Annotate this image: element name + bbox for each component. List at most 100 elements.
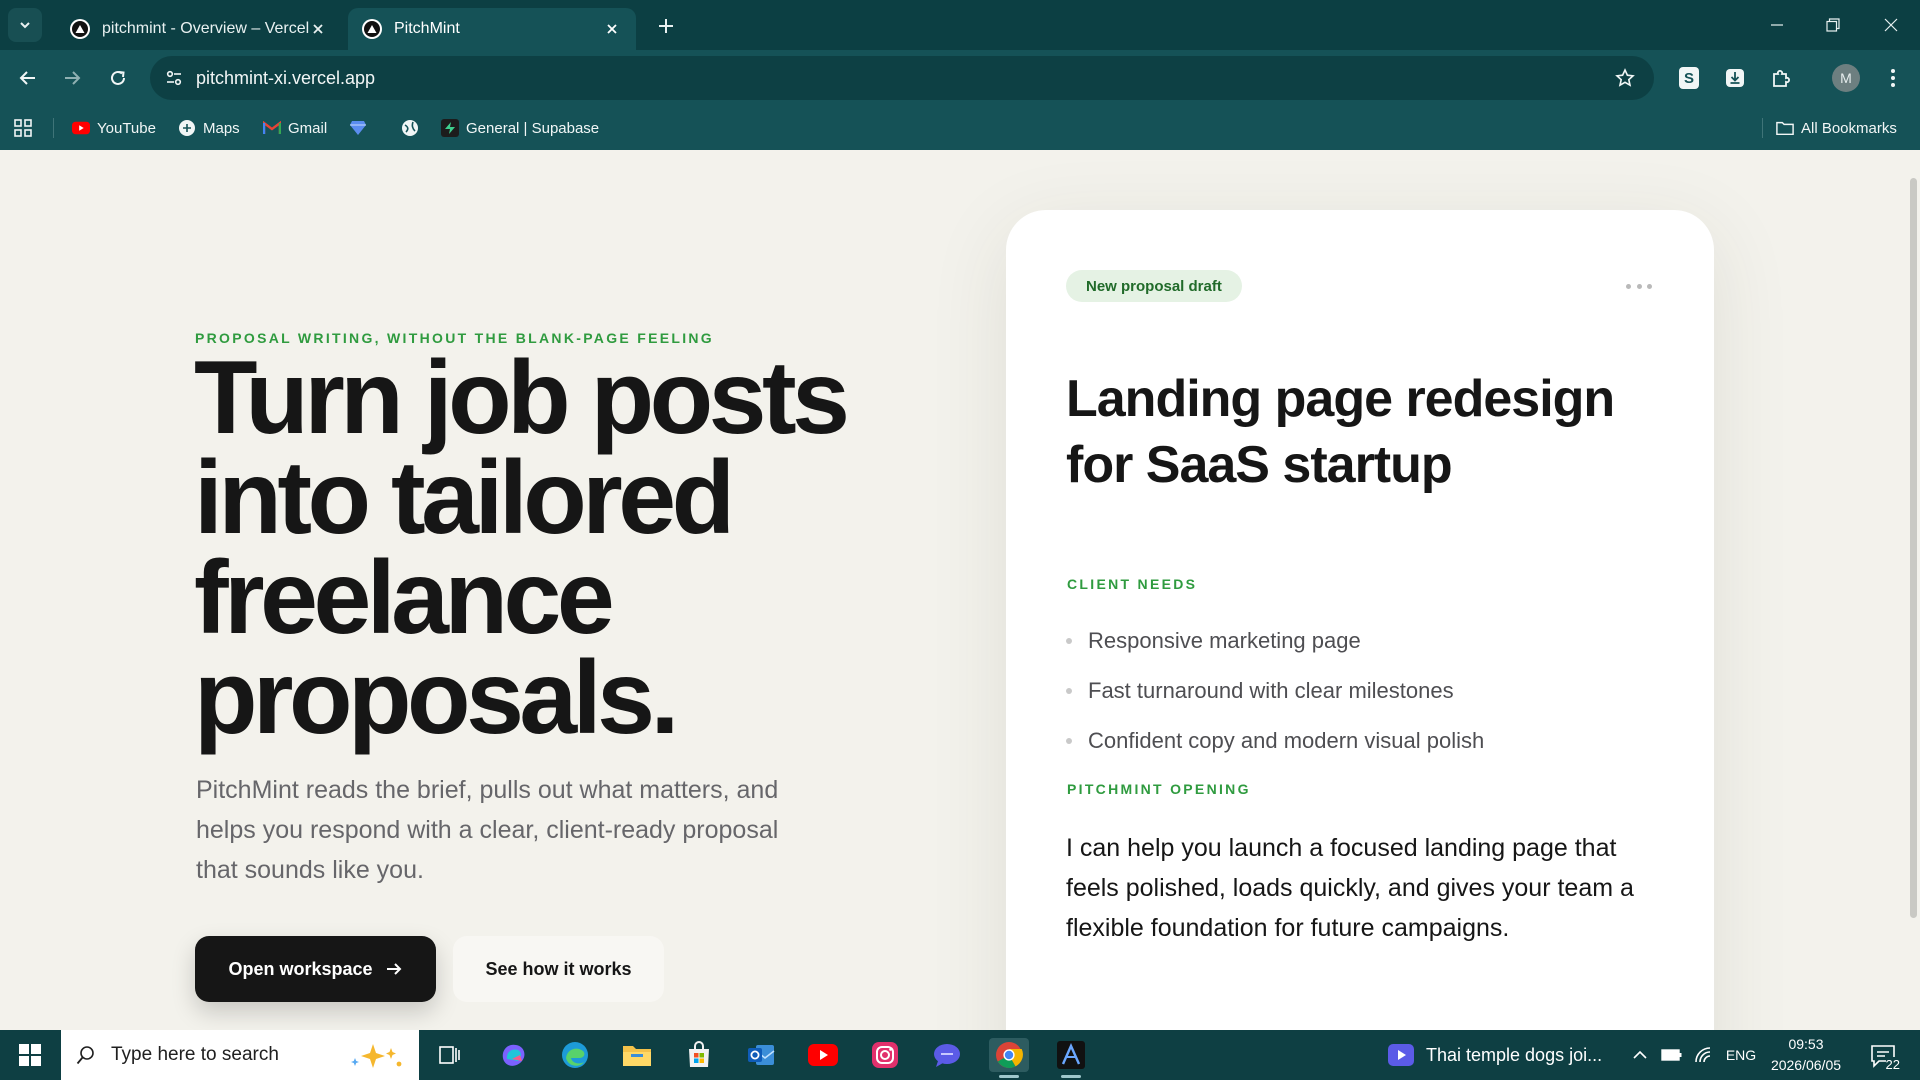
profile-avatar[interactable]: M (1832, 64, 1860, 92)
bookmark-star-icon[interactable] (1614, 67, 1636, 89)
taskbar-chat[interactable] (927, 1038, 967, 1072)
scrollbar[interactable] (1906, 150, 1920, 1030)
taskbar-store[interactable] (679, 1038, 719, 1072)
restore-icon (1826, 18, 1840, 32)
bullet-icon (1066, 738, 1072, 744)
news-widget[interactable]: Thai temple dogs joi... (1388, 1040, 1602, 1070)
scrollbar-thumb[interactable] (1910, 178, 1917, 918)
gmail-icon (263, 119, 281, 137)
chevron-up-icon[interactable] (1628, 1044, 1652, 1066)
bullet-icon (1066, 638, 1072, 644)
search-placeholder: Type here to search (111, 1044, 279, 1065)
taskbar-m365[interactable] (493, 1038, 533, 1072)
hero-description: PitchMint reads the brief, pulls out wha… (196, 776, 779, 884)
bookmark-label: Gmail (288, 119, 328, 137)
apps-grid-icon[interactable] (14, 116, 32, 140)
close-icon[interactable] (602, 19, 622, 39)
close-icon[interactable] (308, 19, 328, 39)
all-bookmarks-button[interactable]: All Bookmarks (1776, 116, 1897, 140)
task-view-button[interactable] (430, 1038, 470, 1072)
client-needs-label: CLIENT NEEDS (1067, 576, 1198, 592)
tab-search-button[interactable] (8, 8, 42, 42)
search-icon (75, 1044, 97, 1066)
vercel-icon (70, 19, 90, 39)
proposal-preview-card: New proposal draft Landing page redesign… (1006, 210, 1714, 1030)
bookmark-gmail[interactable]: Gmail (263, 116, 327, 140)
taskbar-pinned-app[interactable] (1051, 1038, 1091, 1078)
opening-paragraph: I can help you launch a focused landing … (1066, 834, 1634, 942)
tab-title: pitchmint - Overview – Vercel (102, 20, 310, 37)
close-icon (1884, 18, 1898, 32)
start-button[interactable] (10, 1040, 50, 1070)
need-text: Responsive marketing page (1088, 628, 1361, 653)
new-tab-button[interactable] (652, 12, 680, 40)
bookmarks-divider (1762, 118, 1763, 138)
edge-icon (562, 1042, 588, 1068)
instagram-icon (872, 1042, 898, 1068)
bookmark-label: YouTube (97, 119, 156, 137)
folder-icon (1776, 119, 1794, 137)
open-workspace-button[interactable]: Open workspace (195, 936, 436, 1002)
back-button[interactable] (12, 62, 44, 94)
tab-pitchmint[interactable]: PitchMint (348, 8, 636, 50)
bookmark-label: Maps (203, 119, 240, 137)
news-headline: Thai temple dogs joi... (1426, 1044, 1603, 1065)
see-how-it-works-button[interactable]: See how it works (453, 936, 664, 1002)
list-item: Responsive marketing page (1066, 616, 1646, 666)
outlook-icon (748, 1045, 775, 1065)
battery-icon[interactable] (1660, 1044, 1684, 1066)
maps-icon (178, 119, 196, 137)
site-settings-icon[interactable] (164, 68, 184, 88)
sparkle-icon (351, 1044, 402, 1068)
status-badge: New proposal draft (1066, 270, 1242, 302)
browser-toolbar: pitchmint-xi.vercel.app S M (0, 50, 1920, 106)
system-clock[interactable]: 09:53 2026/06/05 (1766, 1034, 1846, 1076)
address-bar[interactable]: pitchmint-xi.vercel.app (150, 56, 1654, 100)
folder-icon (623, 1046, 651, 1066)
task-view-icon (439, 1046, 460, 1064)
youtube-icon (72, 119, 90, 137)
hero-headline: Turn job posts into tailored freelance p… (194, 340, 850, 756)
list-item: Confident copy and modern visual polish (1066, 716, 1646, 766)
plus-icon (659, 19, 673, 33)
clock-time: 09:53 (1788, 1036, 1824, 1052)
store-icon (689, 1041, 709, 1067)
download-icon[interactable] (1720, 63, 1750, 93)
tab-strip: pitchmint - Overview – Vercel PitchMint (0, 0, 1920, 50)
need-text: Fast turnaround with clear milestones (1088, 678, 1454, 703)
forward-button[interactable] (56, 62, 88, 94)
page-viewport: PROPOSAL WRITING, WITHOUT THE BLANK-PAGE… (0, 150, 1920, 1030)
arrow-right-icon (385, 960, 403, 978)
taskbar-instagram[interactable] (865, 1038, 905, 1072)
active-indicator (1061, 1075, 1081, 1078)
bookmark-youtube[interactable]: YouTube (72, 116, 156, 140)
supabase-icon (441, 119, 459, 137)
tab-vercel[interactable]: pitchmint - Overview – Vercel (56, 8, 342, 50)
taskbar-youtube[interactable] (803, 1038, 843, 1072)
clock-date: 2026/06/05 (1770, 1057, 1842, 1073)
s-extension-icon[interactable]: S (1674, 63, 1704, 93)
restore-button[interactable] (1818, 10, 1848, 40)
minimize-button[interactable] (1762, 10, 1792, 40)
notification-center-button[interactable]: 22 (1868, 1042, 1900, 1072)
wifi-icon[interactable] (1692, 1044, 1716, 1066)
bullet-icon (1066, 688, 1072, 694)
taskbar-search-box[interactable]: Type here to search (61, 1030, 419, 1080)
taskbar-chrome[interactable] (989, 1038, 1029, 1078)
globe-icon (401, 119, 419, 137)
reload-button[interactable] (102, 62, 134, 94)
bookmark-maps[interactable]: Maps (178, 116, 240, 140)
bookmark-supabase[interactable]: General | Supabase (441, 116, 599, 140)
url-text: pitchmint-xi.vercel.app (196, 67, 376, 88)
bookmark-globe[interactable] (401, 116, 426, 140)
taskbar-edge[interactable] (555, 1038, 595, 1072)
bookmark-gem[interactable] (349, 116, 374, 140)
extensions-puzzle-icon[interactable] (1766, 63, 1796, 93)
more-options-icon[interactable] (1626, 280, 1652, 292)
language-indicator[interactable]: ENG (1724, 1044, 1758, 1066)
taskbar-outlook[interactable] (741, 1038, 781, 1072)
blue-gem-icon (349, 119, 367, 137)
taskbar-file-explorer[interactable] (617, 1038, 657, 1072)
window-close-button[interactable] (1876, 10, 1906, 40)
browser-menu-icon[interactable] (1878, 63, 1908, 93)
